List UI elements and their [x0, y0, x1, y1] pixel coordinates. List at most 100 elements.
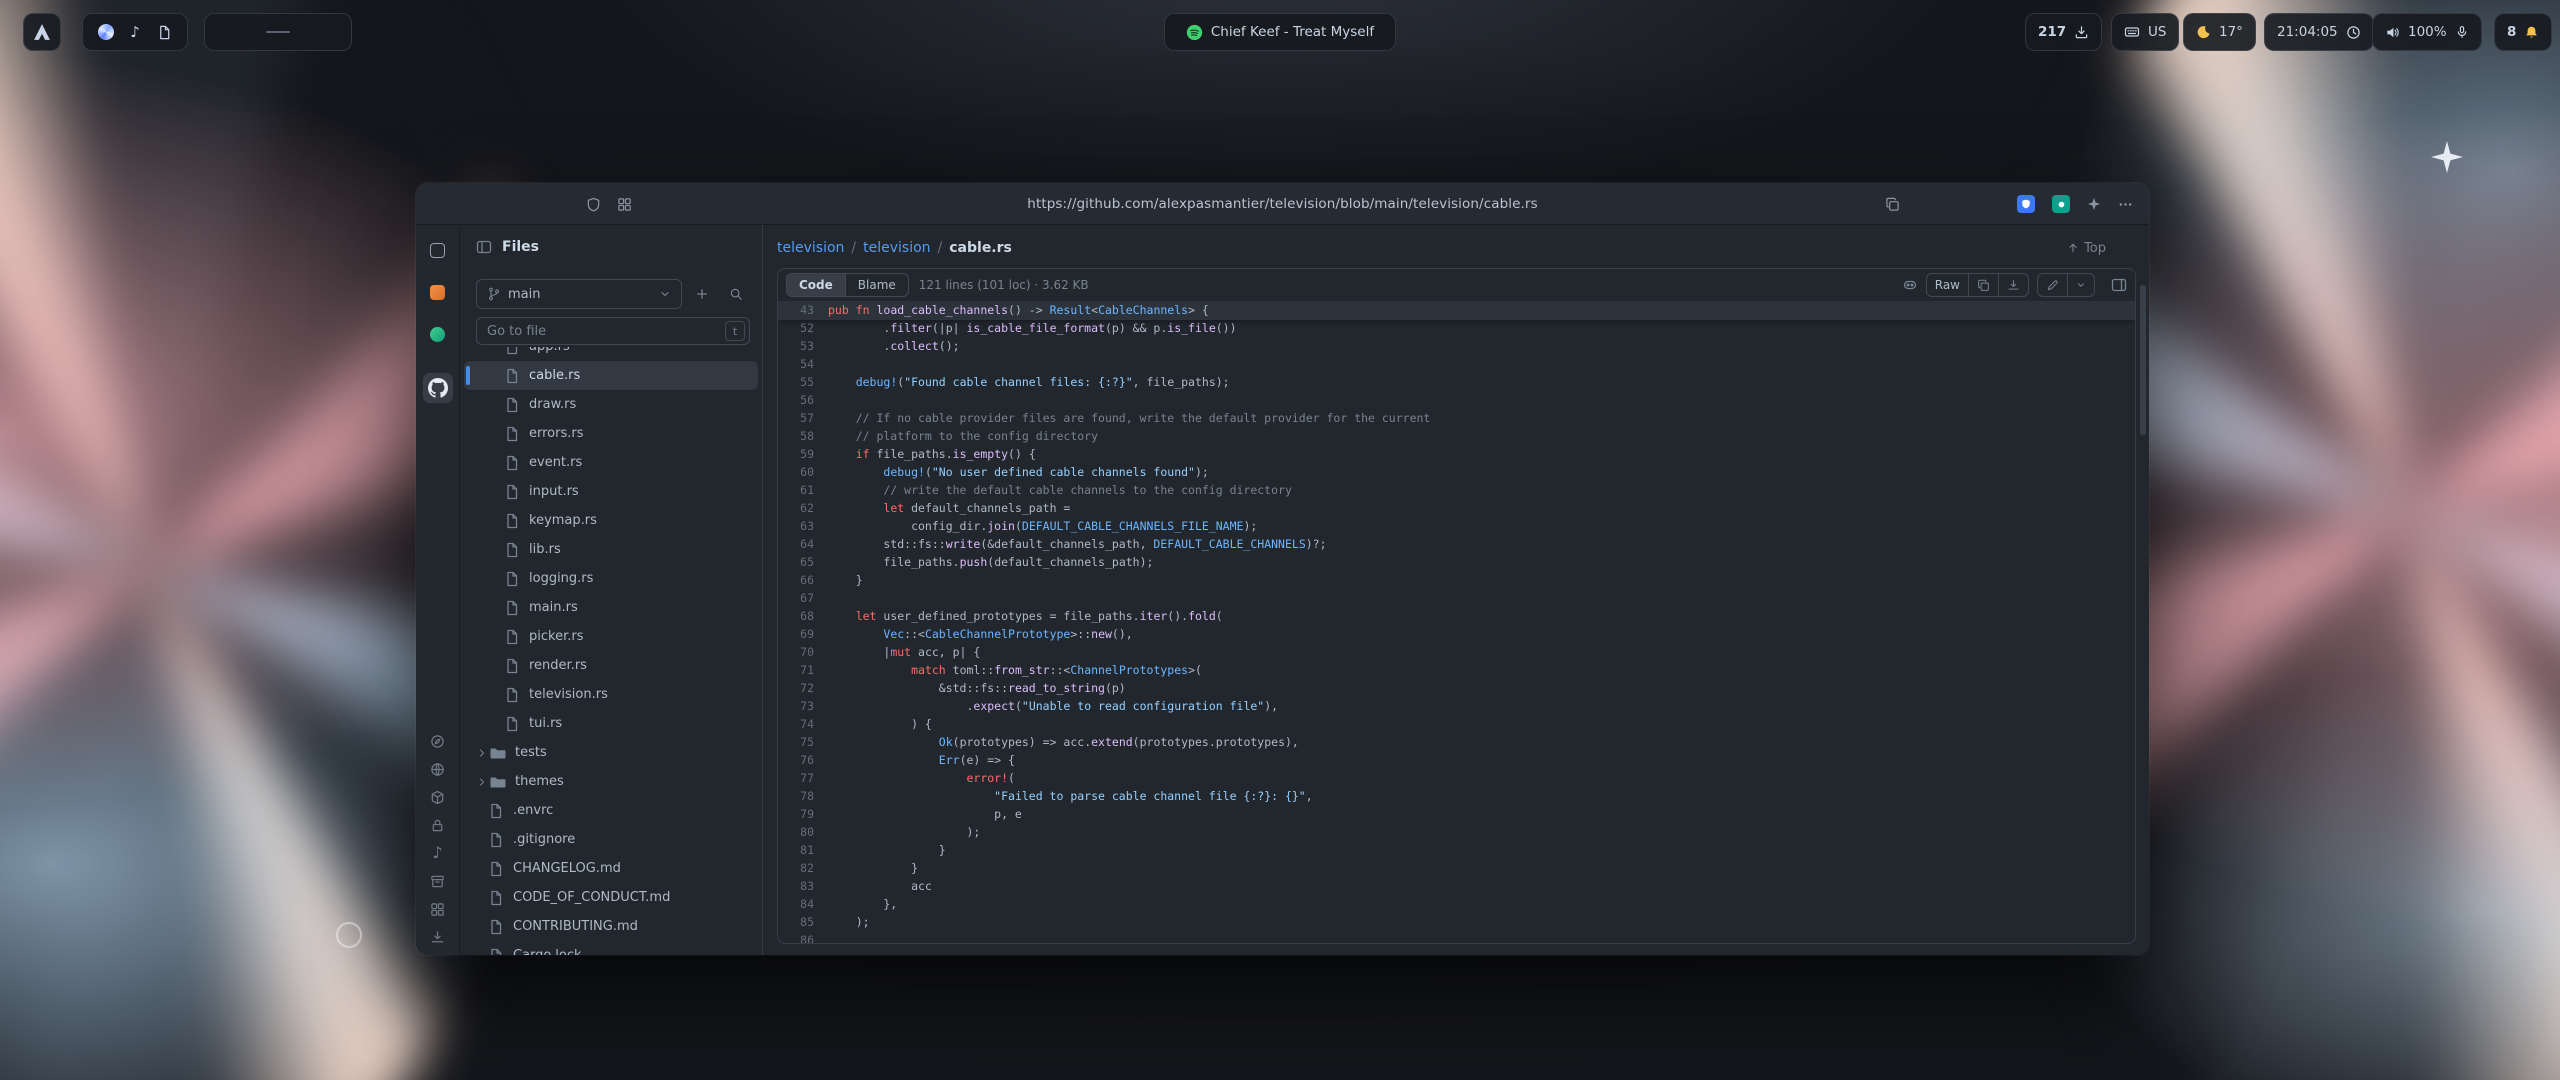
line-number[interactable]: 61 — [778, 481, 828, 499]
tree-file-row[interactable]: lib.rs — [464, 535, 758, 564]
tree-file-row[interactable]: draw.rs — [464, 390, 758, 419]
music-app-icon[interactable]: ♪ — [124, 21, 145, 43]
line-number[interactable]: 75 — [778, 733, 828, 751]
line-number[interactable]: 43 — [778, 301, 828, 319]
line-number[interactable]: 73 — [778, 697, 828, 715]
line-number[interactable]: 57 — [778, 409, 828, 427]
line-number[interactable]: 81 — [778, 841, 828, 859]
audio-widget[interactable]: 100% — [2372, 13, 2482, 51]
extension-shield-icon[interactable] — [2017, 195, 2035, 213]
compass-icon[interactable] — [423, 729, 453, 753]
tree-file-row[interactable]: television.rs — [464, 680, 758, 709]
tab-code[interactable]: Code — [787, 274, 845, 296]
tree-file-row[interactable]: tui.rs — [464, 709, 758, 738]
lock-icon[interactable] — [423, 813, 453, 837]
tree-file-row[interactable]: .gitignore — [464, 825, 758, 854]
archive-icon[interactable] — [423, 869, 453, 893]
weather-widget[interactable]: 17° — [2183, 13, 2256, 51]
line-number[interactable]: 74 — [778, 715, 828, 733]
extension-icon[interactable] — [2052, 195, 2070, 213]
line-number[interactable]: 72 — [778, 679, 828, 697]
symbols-panel-icon[interactable] — [2111, 277, 2127, 293]
line-number[interactable]: 78 — [778, 787, 828, 805]
line-number[interactable]: 64 — [778, 535, 828, 553]
line-number[interactable]: 70 — [778, 643, 828, 661]
line-number[interactable]: 67 — [778, 589, 828, 607]
cube-icon[interactable] — [423, 785, 453, 809]
tree-file-row[interactable]: picker.rs — [464, 622, 758, 651]
line-number[interactable]: 84 — [778, 895, 828, 913]
download-file-button[interactable] — [1998, 274, 2028, 296]
raw-button[interactable]: Raw — [1927, 274, 1968, 296]
pinned-tab-icon[interactable] — [423, 235, 453, 265]
duplicate-tab-icon[interactable] — [1885, 197, 1900, 212]
grid-icon[interactable] — [423, 897, 453, 921]
sparkle-icon[interactable] — [2087, 197, 2101, 211]
line-number[interactable]: 63 — [778, 517, 828, 535]
tree-folder-row[interactable]: themes — [464, 767, 758, 796]
line-number[interactable]: 58 — [778, 427, 828, 445]
goto-file-input[interactable] — [476, 317, 750, 345]
edit-file-button[interactable] — [2038, 274, 2067, 296]
tree-file-row[interactable]: logging.rs — [464, 564, 758, 593]
back-to-top-link[interactable]: Top — [2067, 241, 2106, 256]
tree-file-row[interactable]: render.rs — [464, 651, 758, 680]
more-menu-icon[interactable] — [2118, 197, 2133, 212]
line-number[interactable]: 68 — [778, 607, 828, 625]
line-number[interactable]: 54 — [778, 355, 828, 373]
tree-file-row[interactable]: event.rs — [464, 448, 758, 477]
tree-file-row[interactable]: input.rs — [464, 477, 758, 506]
files-app-icon[interactable] — [154, 21, 175, 43]
github-tab-icon[interactable] — [423, 373, 453, 403]
url-bar[interactable]: https://github.com/alexpasmantier/televi… — [1027, 183, 1537, 225]
line-number[interactable]: 66 — [778, 571, 828, 589]
download-icon[interactable] — [423, 925, 453, 949]
tree-file-row[interactable]: keymap.rs — [464, 506, 758, 535]
breadcrumb-dir-link[interactable]: television — [863, 240, 930, 256]
launcher-button[interactable] — [23, 13, 61, 51]
tree-file-row[interactable]: cable.rs — [464, 361, 758, 390]
line-number[interactable]: 83 — [778, 877, 828, 895]
line-number[interactable]: 82 — [778, 859, 828, 877]
line-number[interactable]: 79 — [778, 805, 828, 823]
search-tree-button[interactable] — [722, 280, 750, 308]
globe-icon[interactable] — [423, 757, 453, 781]
extensions-icon[interactable] — [617, 197, 632, 212]
music-icon[interactable]: ♪ — [423, 841, 453, 865]
copilot-icon[interactable] — [1902, 277, 1918, 293]
line-number[interactable]: 52 — [778, 319, 828, 337]
line-number[interactable]: 62 — [778, 499, 828, 517]
shield-icon[interactable] — [586, 197, 601, 212]
pinned-tab-icon[interactable] — [423, 319, 453, 349]
line-number[interactable]: 60 — [778, 463, 828, 481]
collapse-sidebar-icon[interactable] — [476, 239, 492, 255]
tree-file-row[interactable]: app.rs — [464, 347, 758, 361]
notifications-widget[interactable]: 8 — [2494, 13, 2552, 51]
line-number[interactable]: 65 — [778, 553, 828, 571]
line-number[interactable]: 71 — [778, 661, 828, 679]
tab-blame[interactable]: Blame — [845, 274, 908, 296]
line-number[interactable]: 76 — [778, 751, 828, 769]
breadcrumb-repo-link[interactable]: television — [777, 240, 844, 256]
edit-dropdown-button[interactable] — [2067, 274, 2094, 296]
tree-file-row[interactable]: Cargo.lock — [464, 941, 758, 955]
tree-folder-row[interactable]: tests — [464, 738, 758, 767]
line-number[interactable]: 86 — [778, 931, 828, 943]
tree-file-row[interactable]: CONTRIBUTING.md — [464, 912, 758, 941]
page-scrollbar[interactable] — [2140, 285, 2146, 435]
browser-app-icon[interactable] — [95, 21, 116, 43]
pinned-tab-icon[interactable] — [423, 277, 453, 307]
line-number[interactable]: 77 — [778, 769, 828, 787]
new-file-button[interactable] — [688, 280, 716, 308]
line-number[interactable]: 80 — [778, 823, 828, 841]
media-player-widget[interactable]: Chief Keef - Treat Myself — [1164, 13, 1396, 51]
copy-file-button[interactable] — [1968, 274, 1998, 296]
line-number[interactable]: 53 — [778, 337, 828, 355]
line-number[interactable]: 55 — [778, 373, 828, 391]
tree-file-row[interactable]: main.rs — [464, 593, 758, 622]
tree-file-row[interactable]: .envrc — [464, 796, 758, 825]
tree-file-row[interactable]: errors.rs — [464, 419, 758, 448]
line-number[interactable]: 56 — [778, 391, 828, 409]
keyboard-layout-widget[interactable]: US — [2111, 13, 2179, 51]
clock-widget[interactable]: 21:04:05 — [2264, 13, 2374, 51]
